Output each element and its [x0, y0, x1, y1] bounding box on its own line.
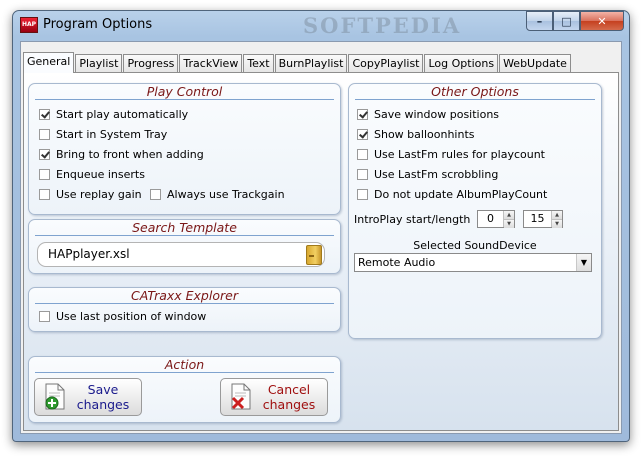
window-controls: – □ ✕ — [526, 11, 624, 31]
checkbox-box[interactable] — [357, 169, 368, 180]
search-template-field[interactable]: HAPplayer.xsl — [37, 242, 325, 267]
other-options-panel: Other Options Save window positions Show… — [348, 83, 602, 339]
maximize-icon: □ — [561, 14, 572, 28]
client-area: General Playlist Progress TrackView Text… — [20, 41, 622, 434]
save-changes-button[interactable]: Save changes — [34, 378, 142, 416]
close-button[interactable]: ✕ — [580, 11, 624, 31]
tab-webupdate[interactable]: WebUpdate — [499, 54, 571, 73]
checkbox-box[interactable] — [357, 149, 368, 160]
option-label: Use LastFm rules for playcount — [374, 148, 545, 161]
checkbox-box[interactable] — [150, 189, 161, 200]
sound-device-label: Selected SoundDevice — [413, 239, 537, 252]
search-template-title: Search Template — [35, 220, 334, 236]
cancel-changes-button[interactable]: Cancel changes — [220, 378, 328, 416]
minimize-icon: – — [536, 14, 543, 28]
sound-device-select[interactable]: Remote Audio ▼ — [354, 253, 592, 272]
intro-length-arrows[interactable]: ▲ ▼ — [551, 211, 562, 228]
save-document-icon — [45, 383, 65, 410]
option-label: Enqueue inserts — [56, 168, 145, 181]
option-label: Start play automatically — [56, 108, 189, 121]
tab-text[interactable]: Text — [243, 54, 274, 73]
folder-icon[interactable] — [306, 245, 322, 265]
checkbox-box[interactable] — [357, 189, 368, 200]
search-template-panel: Search Template HAPplayer.xsl — [28, 219, 341, 274]
option-label: Use last position of window — [56, 310, 207, 323]
spin-down-icon[interactable]: ▼ — [504, 220, 514, 228]
enqueue-inserts-checkbox[interactable]: Enqueue inserts — [39, 168, 145, 181]
window-title: Program Options — [43, 17, 153, 32]
tab-copyplaylist[interactable]: CopyPlaylist — [348, 54, 424, 73]
checkbox-box[interactable] — [39, 169, 50, 180]
save-window-positions-checkbox[interactable]: Save window positions — [357, 108, 499, 121]
option-label: Always use Trackgain — [167, 188, 285, 201]
general-tab-page: Play Control Start play automatically St… — [23, 72, 619, 431]
cancel-document-icon — [231, 383, 251, 410]
action-panel: Action Save changes Cancel changes — [28, 356, 341, 423]
use-replay-gain-checkbox[interactable]: Use replay gain — [39, 188, 142, 201]
do-not-update-albumplaycount-checkbox[interactable]: Do not update AlbumPlayCount — [357, 188, 547, 201]
intro-start-value[interactable]: 0 — [478, 211, 503, 227]
lastfm-playcount-checkbox[interactable]: Use LastFm rules for playcount — [357, 148, 545, 161]
program-options-window: HAP Program Options SOFTPEDIA – □ ✕ Gene… — [12, 10, 630, 442]
option-label: Do not update AlbumPlayCount — [374, 188, 548, 201]
checkbox-box[interactable] — [39, 311, 50, 322]
dropdown-arrow-icon[interactable]: ▼ — [576, 254, 591, 271]
start-in-system-tray-checkbox[interactable]: Start in System Tray — [39, 128, 167, 141]
cancel-changes-label: Cancel changes — [262, 382, 316, 412]
spin-up-icon[interactable]: ▲ — [552, 211, 562, 220]
spin-up-icon[interactable]: ▲ — [504, 211, 514, 220]
play-control-panel: Play Control Start play automatically St… — [28, 83, 341, 215]
maximize-button[interactable]: □ — [553, 11, 580, 31]
checkbox-box[interactable] — [39, 189, 50, 200]
always-use-trackgain-checkbox[interactable]: Always use Trackgain — [150, 188, 285, 201]
action-title: Action — [35, 357, 334, 373]
option-label: Save window positions — [374, 108, 500, 121]
catraxx-explorer-title: CATraxx Explorer — [35, 288, 334, 304]
close-icon: ✕ — [597, 14, 607, 28]
bring-to-front-checkbox[interactable]: Bring to front when adding — [39, 148, 204, 161]
option-label: Bring to front when adding — [56, 148, 204, 161]
minimize-button[interactable]: – — [526, 11, 553, 31]
option-label: Use replay gain — [56, 188, 142, 201]
checkbox-box[interactable] — [39, 149, 50, 160]
show-balloonhints-checkbox[interactable]: Show balloonhints — [357, 128, 475, 141]
tab-trackview[interactable]: TrackView — [179, 54, 243, 73]
tab-strip: General Playlist Progress TrackView Text… — [23, 52, 572, 73]
checkbox-box[interactable] — [357, 109, 368, 120]
intro-start-arrows[interactable]: ▲ ▼ — [503, 211, 514, 228]
start-play-automatically-checkbox[interactable]: Start play automatically — [39, 108, 188, 121]
app-icon: HAP — [20, 17, 38, 33]
intro-length-spinner[interactable]: 15 ▲ ▼ — [523, 210, 563, 228]
tab-playlist[interactable]: Playlist — [75, 54, 123, 73]
lastfm-scrobbling-checkbox[interactable]: Use LastFm scrobbling — [357, 168, 498, 181]
sound-device-value: Remote Audio — [358, 256, 436, 269]
title-bar[interactable]: HAP Program Options SOFTPEDIA – □ ✕ — [13, 11, 629, 39]
option-label: Show balloonhints — [374, 128, 475, 141]
tab-burnplaylist[interactable]: BurnPlaylist — [274, 54, 348, 73]
watermark: SOFTPEDIA — [303, 13, 462, 38]
spin-down-icon[interactable]: ▼ — [552, 220, 562, 228]
checkbox-box[interactable] — [357, 129, 368, 140]
tab-progress[interactable]: Progress — [123, 54, 179, 73]
search-template-value: HAPplayer.xsl — [48, 247, 130, 261]
tab-log-options[interactable]: Log Options — [424, 54, 499, 73]
other-options-title: Other Options — [355, 84, 595, 100]
option-label: Start in System Tray — [56, 128, 168, 141]
catraxx-explorer-panel: CATraxx Explorer Use last position of wi… — [28, 287, 341, 332]
intro-length-value[interactable]: 15 — [524, 211, 551, 227]
option-label: Use LastFm scrobbling — [374, 168, 499, 181]
introplay-label: IntroPlay start/length — [354, 213, 471, 226]
use-last-position-checkbox[interactable]: Use last position of window — [39, 310, 206, 323]
checkbox-box[interactable] — [39, 129, 50, 140]
save-changes-label: Save changes — [76, 382, 130, 412]
tab-general[interactable]: General — [23, 52, 75, 73]
intro-start-spinner[interactable]: 0 ▲ ▼ — [477, 210, 515, 228]
play-control-title: Play Control — [35, 84, 334, 100]
checkbox-box[interactable] — [39, 109, 50, 120]
